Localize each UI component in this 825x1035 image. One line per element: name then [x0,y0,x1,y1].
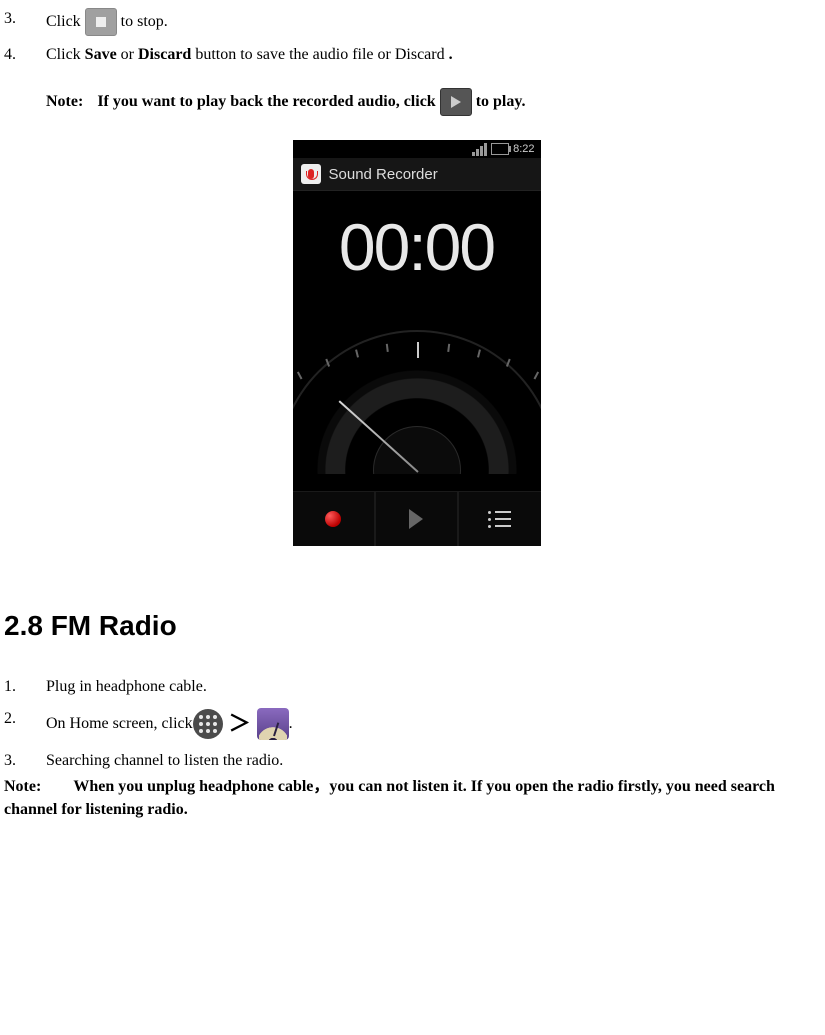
note-text-b: to play. [476,91,526,113]
play-icon [409,509,423,529]
step-number: 4. [4,44,46,66]
fm-step-3: 3. Searching channel to listen the radio… [4,750,825,772]
record-button[interactable] [293,492,376,546]
section-heading-fm-radio: 2.8 FM Radio [4,606,825,645]
bottom-toolbar [293,491,541,546]
play-button[interactable] [376,492,459,546]
fm-radio-app-icon [257,708,289,740]
breadcrumb-arrow: ＞ [229,709,251,740]
step-number: 3. [4,8,46,36]
step-content: Searching channel to listen the radio. [46,750,825,772]
step-content: Click Save or Discard button to save the… [46,44,825,66]
timer-display: 00:00 [293,191,541,293]
save-label: Save [85,46,117,63]
text: Click [46,46,85,63]
phone-frame: 8:22 Sound Recorder 00:00 [293,140,541,546]
step-4: 4. Click Save or Discard button to save … [4,44,825,66]
fm-step-1: 1. Plug in headphone cable. [4,676,825,698]
note-playback: Note: If you want to play back the recor… [46,88,825,116]
step-number: 1. [4,676,46,698]
text: or [121,46,138,63]
step-number: 3. [4,750,46,772]
battery-icon [491,143,509,155]
app-title-bar: Sound Recorder [293,158,541,191]
step-number: 2. [4,708,46,740]
recorder-app-icon [301,164,321,184]
status-bar: 8:22 [293,140,541,158]
app-title: Sound Recorder [329,164,438,185]
text: On Home screen, click [46,713,193,735]
note-label: Note: [46,91,83,113]
stop-icon [85,8,117,36]
sound-recorder-screenshot: 8:22 Sound Recorder 00:00 [4,140,825,546]
apps-drawer-icon [193,709,223,739]
note-text-a: If you want to play back the recorded au… [97,91,435,113]
text: . [289,713,293,735]
clock: 8:22 [513,142,534,157]
text: Click [46,11,81,33]
list-icon [488,511,511,528]
recorder-main: 00:00 [293,191,541,491]
play-icon [440,88,472,116]
list-button[interactable] [459,492,540,546]
step-3: 3. Click to stop. [4,8,825,36]
signal-icon [472,143,487,156]
period: . [449,46,453,63]
discard-label: Discard [138,46,191,63]
note-label: Note: [4,778,41,795]
step-content: Click to stop. [46,8,825,36]
note-text: When you unplug headphone cable，you can … [4,778,775,817]
text: to stop. [121,11,168,33]
record-icon [325,511,341,527]
fm-step-2: 2. On Home screen, click ＞ . [4,708,825,740]
step-content: Plug in headphone cable. [46,676,825,698]
step-content: On Home screen, click ＞ . [46,708,825,740]
vu-meter [293,294,541,474]
text: button to save the audio file or Discard [195,46,444,63]
note-headphone: Note: When you unplug headphone cable，yo… [4,776,825,821]
